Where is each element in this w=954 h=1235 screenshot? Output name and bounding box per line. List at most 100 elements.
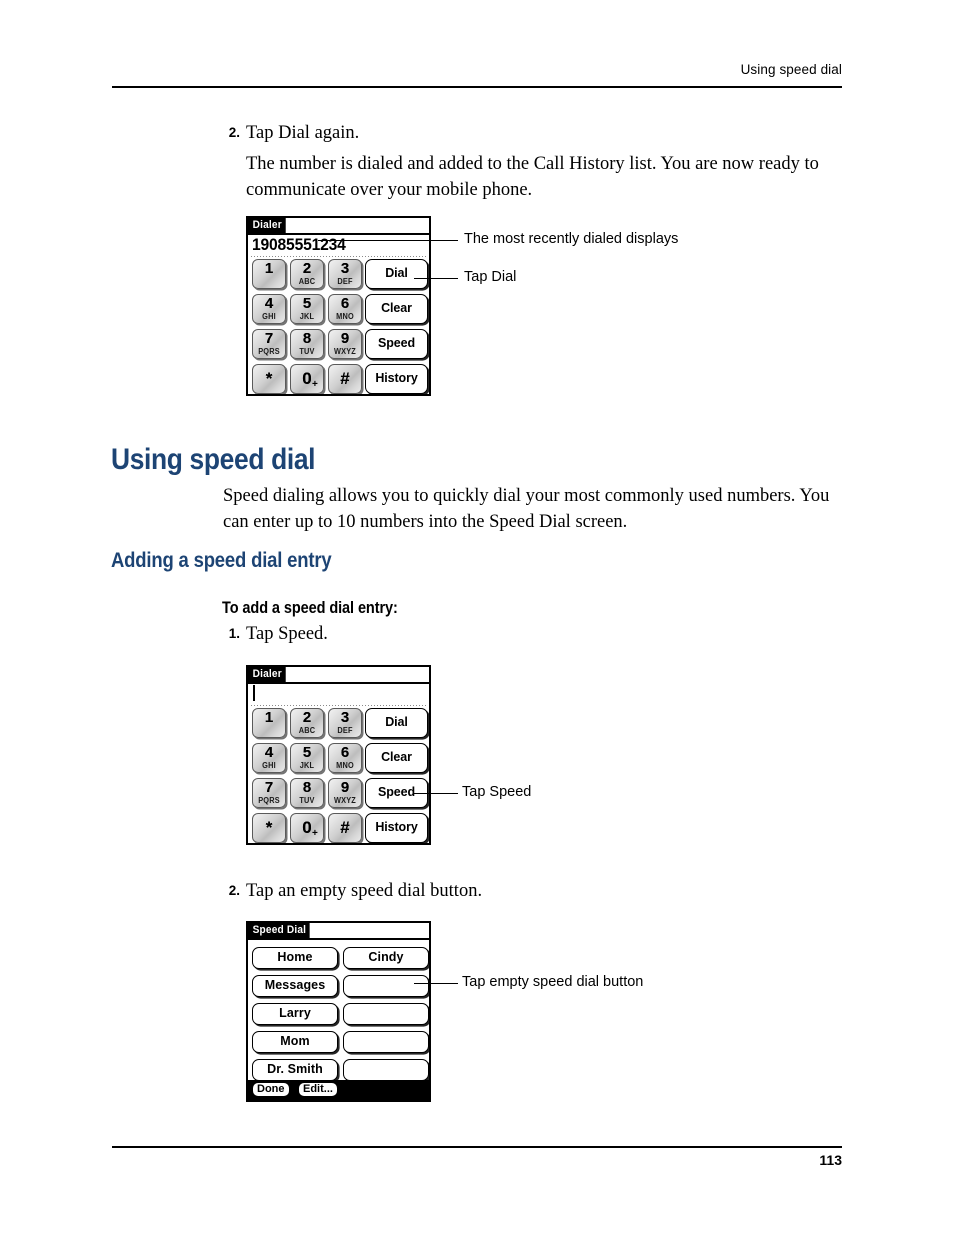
speed-dial-entry-messages[interactable]: Messages (252, 975, 338, 997)
page-number: 113 (819, 1152, 842, 1168)
keypad-key-4[interactable]: 4 GHI (252, 294, 286, 324)
intro-paragraph: Speed dialing allows you to quickly dial… (223, 486, 830, 532)
keypad-key-7[interactable]: 7 PQRS (252, 778, 286, 808)
speed-dial-titlebar: Speed Dial (248, 923, 429, 940)
dial-button[interactable]: Dial (365, 708, 428, 738)
running-head: Using speed dial (740, 62, 842, 77)
done-button[interactable]: Done (252, 1082, 290, 1097)
keypad-key-2[interactable]: 2 ABC (290, 708, 324, 738)
history-button[interactable]: History (365, 813, 428, 843)
key-digit: 4 (264, 744, 274, 761)
section-heading: Adding a speed dial entry (111, 549, 332, 572)
body-paragraph: The number is dialed and added to the Ca… (246, 154, 819, 200)
callout-leader (414, 983, 458, 984)
keypad-key-hash[interactable]: # (328, 813, 362, 843)
keypad-key-8[interactable]: 8 TUV (290, 778, 324, 808)
keypad-key-4[interactable]: 4 GHI (252, 743, 286, 773)
key-digit: 0 (302, 818, 312, 837)
key-plus: + (312, 379, 318, 390)
speed-dial-screenshot: Speed Dial Home Messages Larry Mom Dr. S… (246, 921, 431, 1102)
dialer-title: Dialer (248, 218, 286, 233)
clear-button[interactable]: Clear (365, 743, 428, 773)
key-digit: 2 (302, 260, 312, 277)
keypad-key-6[interactable]: 6 MNO (328, 743, 362, 773)
keypad-key-7[interactable]: 7 PQRS (252, 329, 286, 359)
key-letters: PQRS (258, 796, 280, 805)
dialer-keypad: 1 2 ABC 3 DEF 4 GHI 5 JKL 6 MNO 7 PQRS 8 (248, 706, 429, 844)
speed-dial-grid: Home Messages Larry Mom Dr. Smith Cindy (248, 940, 429, 1081)
keypad-key-2[interactable]: 2 ABC (290, 259, 324, 289)
keypad-key-1[interactable]: 1 (252, 259, 286, 289)
keypad-key-8[interactable]: 8 TUV (290, 329, 324, 359)
key-letters: ABC (298, 277, 316, 286)
speed-dial-entry-empty-1[interactable] (343, 975, 429, 997)
dialer-number-display[interactable]: 19085551234 (248, 235, 429, 257)
callout-tap-empty-entry: Tap empty speed dial button (462, 974, 644, 990)
keypad-key-3[interactable]: 3 DEF (328, 708, 362, 738)
page-title: Using speed dial (111, 443, 316, 476)
key-letters: GHI (262, 312, 276, 321)
keypad-key-6[interactable]: 6 MNO (328, 294, 362, 324)
keypad-key-9[interactable]: 9 WXYZ (328, 778, 362, 808)
key-digit: 3 (340, 260, 350, 277)
key-letters: WXYZ (333, 347, 356, 356)
speed-dial-entry-empty-2[interactable] (343, 1003, 429, 1025)
callout-recent-number: The most recently dialed displays (464, 231, 679, 247)
speed-dial-title: Speed Dial (248, 923, 310, 938)
key-digit: 6 (340, 744, 350, 761)
key-digit: 5 (302, 744, 312, 761)
dialer-titlebar: Dialer (248, 218, 429, 235)
key-letters: GHI (262, 761, 276, 770)
keypad-key-3[interactable]: 3 DEF (328, 259, 362, 289)
dialer-number-display[interactable] (248, 684, 429, 706)
keypad-key-0[interactable]: 0 + (290, 364, 324, 394)
header-divider (112, 86, 842, 88)
keypad-key-hash[interactable]: # (328, 364, 362, 394)
dialer-title: Dialer (248, 667, 286, 682)
dialer-titlebar: Dialer (248, 667, 429, 684)
key-digit: 8 (302, 330, 312, 347)
speed-button[interactable]: Speed (365, 329, 428, 359)
key-digit: 9 (340, 779, 350, 796)
key-letters: JKL (299, 312, 315, 321)
key-digit: 5 (302, 295, 312, 312)
speed-dial-entry-larry[interactable]: Larry (252, 1003, 338, 1025)
edit-button[interactable]: Edit... (298, 1082, 338, 1097)
keypad-key-9[interactable]: 9 WXYZ (328, 329, 362, 359)
callout-leader (414, 793, 458, 794)
key-digit: * (265, 369, 273, 388)
speed-dial-entry-cindy[interactable]: Cindy (343, 947, 429, 969)
keypad-key-star[interactable]: * (252, 813, 286, 843)
key-digit: * (265, 818, 273, 837)
dial-button[interactable]: Dial (365, 259, 428, 289)
keypad-key-star[interactable]: * (252, 364, 286, 394)
key-letters: MNO (336, 312, 354, 321)
keypad-key-1[interactable]: 1 (252, 708, 286, 738)
clear-button[interactable]: Clear (365, 294, 428, 324)
speed-dial-entry-home[interactable]: Home (252, 947, 338, 969)
speed-dial-entry-empty-3[interactable] (343, 1031, 429, 1053)
key-letters: JKL (299, 761, 315, 770)
speed-dial-toolbar: Done Edit... (248, 1080, 429, 1100)
step-number: 2. (228, 883, 240, 898)
keypad-key-5[interactable]: 5 JKL (290, 294, 324, 324)
speed-dial-entry-empty-4[interactable] (343, 1059, 429, 1081)
key-digit: 4 (264, 295, 274, 312)
key-digit: 3 (340, 709, 350, 726)
key-digit: 7 (264, 779, 274, 796)
keypad-key-0[interactable]: 0 + (290, 813, 324, 843)
step-number: 2. (228, 125, 240, 140)
footer-divider (112, 1146, 842, 1148)
procedure-heading: To add a speed dial entry: (222, 599, 398, 617)
callout-leader (414, 278, 458, 279)
key-digit: 2 (302, 709, 312, 726)
key-plus: + (312, 828, 318, 839)
key-digit: 1 (264, 260, 274, 277)
text-cursor (253, 685, 255, 701)
dialer-keypad: 1 2 ABC 3 DEF 4 GHI 5 JKL 6 MNO 7 PQRS 8… (248, 257, 429, 395)
history-button[interactable]: History (365, 364, 428, 394)
callout-tap-dial: Tap Dial (464, 269, 517, 285)
speed-dial-entry-mom[interactable]: Mom (252, 1031, 338, 1053)
speed-dial-entry-dr-smith[interactable]: Dr. Smith (252, 1059, 338, 1081)
keypad-key-5[interactable]: 5 JKL (290, 743, 324, 773)
